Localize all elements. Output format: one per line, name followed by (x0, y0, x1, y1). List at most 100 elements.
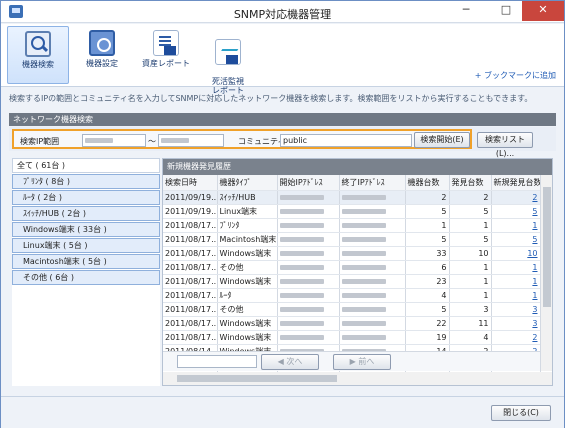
report-icon (153, 30, 179, 56)
table-cell: 5 (405, 204, 450, 219)
table-cell: 3 (449, 302, 492, 317)
table-cell[interactable]: 10 (491, 246, 541, 261)
minimize-button[interactable]: ─ (452, 1, 480, 21)
ip-cell (339, 330, 406, 345)
footer: 閉じる(C) (1, 396, 564, 428)
table-cell: 1 (449, 274, 492, 289)
col-header[interactable]: 機器台数 (405, 175, 450, 191)
table-cell[interactable]: 1 (491, 288, 541, 303)
ip-cell (339, 246, 406, 261)
ip-cell (277, 218, 340, 233)
category-macintosh[interactable]: Macintosh端末 ( 5台 ) (12, 254, 160, 269)
table-cell: 2011/09/19... (163, 190, 218, 205)
start-ip-input[interactable] (82, 134, 146, 147)
table-cell[interactable]: 3 (491, 302, 541, 317)
close-window-button[interactable]: ✕ (522, 1, 564, 21)
table-row[interactable]: 2011/08/17... Macintosh端末 5 5 5 (163, 232, 541, 247)
table-cell: 10 (449, 246, 492, 261)
table-cell: 22 (405, 316, 450, 331)
device-search-label: 機器検索 (22, 60, 54, 69)
col-header[interactable]: 検索日時 (163, 175, 218, 191)
table-cell[interactable]: 1 (491, 274, 541, 289)
table-row[interactable]: 2011/08/17... その他 6 1 1 (163, 260, 541, 275)
table-cell[interactable]: 3 (491, 316, 541, 331)
ip-range-label: 検索IP範囲 (20, 137, 60, 146)
page-input[interactable] (177, 355, 257, 368)
category-all[interactable]: 全て ( 61台 ) (12, 158, 160, 173)
col-header[interactable]: 機器ﾀｲﾌﾟ (217, 175, 278, 191)
col-header[interactable]: 終了IPｱﾄﾞﾚｽ (339, 175, 406, 191)
discovery-history-panel: 新規機器発見履歴 検索日時 機器ﾀｲﾌﾟ 開始IPｱﾄﾞﾚｽ 終了IPｱﾄﾞﾚｽ… (162, 158, 553, 386)
table-cell[interactable]: 2 (491, 190, 541, 205)
search-start-button[interactable]: 検索開始(E) (414, 132, 470, 148)
title-bar: SNMP対応機器管理 ─ □ ✕ (1, 1, 564, 23)
table-cell[interactable]: 1 (491, 218, 541, 233)
table-cell[interactable]: 1 (491, 260, 541, 275)
table-cell: Windows端末 (217, 316, 278, 331)
device-settings-tab[interactable]: 機器設定 (71, 26, 133, 84)
table-row[interactable]: 2011/08/17... Windows端末 33 10 10 (163, 246, 541, 261)
device-search-tab[interactable]: 機器検索 (7, 26, 69, 84)
description-text: 検索するIPの範囲とコミュニティ名を入力してSNMPに対応したネットワーク機器を… (9, 94, 533, 103)
table-cell: 5 (449, 204, 492, 219)
asset-report-tab[interactable]: 資産レポート (135, 26, 197, 84)
add-bookmark-link[interactable]: + ブックマークに追加 (475, 70, 556, 81)
search-list-button[interactable]: 検索リスト(L)... (477, 132, 533, 158)
col-header[interactable]: 発見台数 (449, 175, 492, 191)
category-switch-hub[interactable]: ｽｲｯﾁ/HUB ( 2台 ) (12, 206, 160, 221)
vertical-scroll-thumb[interactable] (543, 187, 551, 307)
table-cell: 2011/09/19... (163, 204, 218, 219)
close-button[interactable]: 閉じる(C) (491, 405, 551, 421)
end-ip-input[interactable] (158, 134, 224, 147)
table-cell: 2011/08/17... (163, 330, 218, 345)
table-row[interactable]: 2011/09/19... Linux端末 5 5 5 (163, 204, 541, 219)
category-other[interactable]: その他 ( 6台 ) (12, 270, 160, 285)
table-row[interactable]: 2011/09/19... ｽｲｯﾁ/HUB 2 2 2 (163, 190, 541, 205)
table-header-row: 検索日時 機器ﾀｲﾌﾟ 開始IPｱﾄﾞﾚｽ 終了IPｱﾄﾞﾚｽ 機器台数 発見台… (163, 175, 541, 191)
table-cell: 2 (449, 190, 492, 205)
col-header[interactable]: 開始IPｱﾄﾞﾚｽ (277, 175, 340, 191)
table-cell: 23 (405, 274, 450, 289)
category-windows[interactable]: Windows端末 ( 33台 ) (12, 222, 160, 237)
horizontal-scroll-thumb[interactable] (177, 375, 337, 382)
table-cell[interactable]: 2 (491, 330, 541, 345)
category-linux[interactable]: Linux端末 ( 5台 ) (12, 238, 160, 253)
ip-cell (339, 232, 406, 247)
next-page-button[interactable]: ◀ 次へ (261, 354, 319, 370)
table-cell: 4 (449, 330, 492, 345)
table-cell[interactable]: 5 (491, 232, 541, 247)
vertical-scrollbar[interactable] (540, 175, 552, 371)
table-cell: 1 (449, 288, 492, 303)
heartbeat-report-icon (215, 39, 241, 65)
category-router[interactable]: ﾙｰﾀ ( 2台 ) (12, 190, 160, 205)
history-table: 検索日時 機器ﾀｲﾌﾟ 開始IPｱﾄﾞﾚｽ 終了IPｱﾄﾞﾚｽ 機器台数 発見台… (163, 175, 541, 373)
table-cell: その他 (217, 302, 278, 317)
horizontal-scrollbar[interactable] (163, 372, 552, 385)
community-input[interactable]: public (280, 134, 412, 147)
table-cell: 2011/08/17... (163, 260, 218, 275)
prev-page-button[interactable]: ▶ 前へ (333, 354, 391, 370)
ip-cell (277, 330, 340, 345)
table-row[interactable]: 2011/08/17... その他 5 3 3 (163, 302, 541, 317)
ip-cell (339, 204, 406, 219)
table-cell: 2011/08/17... (163, 232, 218, 247)
ip-cell (277, 190, 340, 205)
table-cell: 5 (405, 232, 450, 247)
alive-report-tab[interactable]: 死活監視 レポート (197, 26, 259, 95)
pager: ◀ 次へ ▶ 前へ (163, 351, 540, 371)
category-printer[interactable]: ﾌﾟﾘﾝﾀ ( 8台 ) (12, 174, 160, 189)
search-section-header: ネットワーク機器検索 (9, 113, 556, 126)
table-row[interactable]: 2011/08/17... ﾌﾟﾘﾝﾀ 1 1 1 (163, 218, 541, 233)
table-row[interactable]: 2011/08/17... Windows端末 23 1 1 (163, 274, 541, 289)
category-list: 全て ( 61台 ) ﾌﾟﾘﾝﾀ ( 8台 ) ﾙｰﾀ ( 2台 ) ｽｲｯﾁ/… (12, 158, 160, 386)
table-cell: 1 (449, 218, 492, 233)
maximize-button[interactable]: □ (492, 1, 520, 21)
toolbar: 機器検索 機器設定 資産レポート 死活監視 レポート + ブックマークに追加 (1, 24, 564, 95)
table-row[interactable]: 2011/08/17... Windows端末 19 4 2 (163, 330, 541, 345)
table-cell: Linux端末 (217, 204, 278, 219)
table-cell[interactable]: 5 (491, 204, 541, 219)
col-header[interactable]: 新規発見台数 (491, 175, 541, 191)
table-row[interactable]: 2011/08/17... ﾙｰﾀ 4 1 1 (163, 288, 541, 303)
table-row[interactable]: 2011/08/17... Windows端末 22 11 3 (163, 316, 541, 331)
ip-cell (339, 302, 406, 317)
